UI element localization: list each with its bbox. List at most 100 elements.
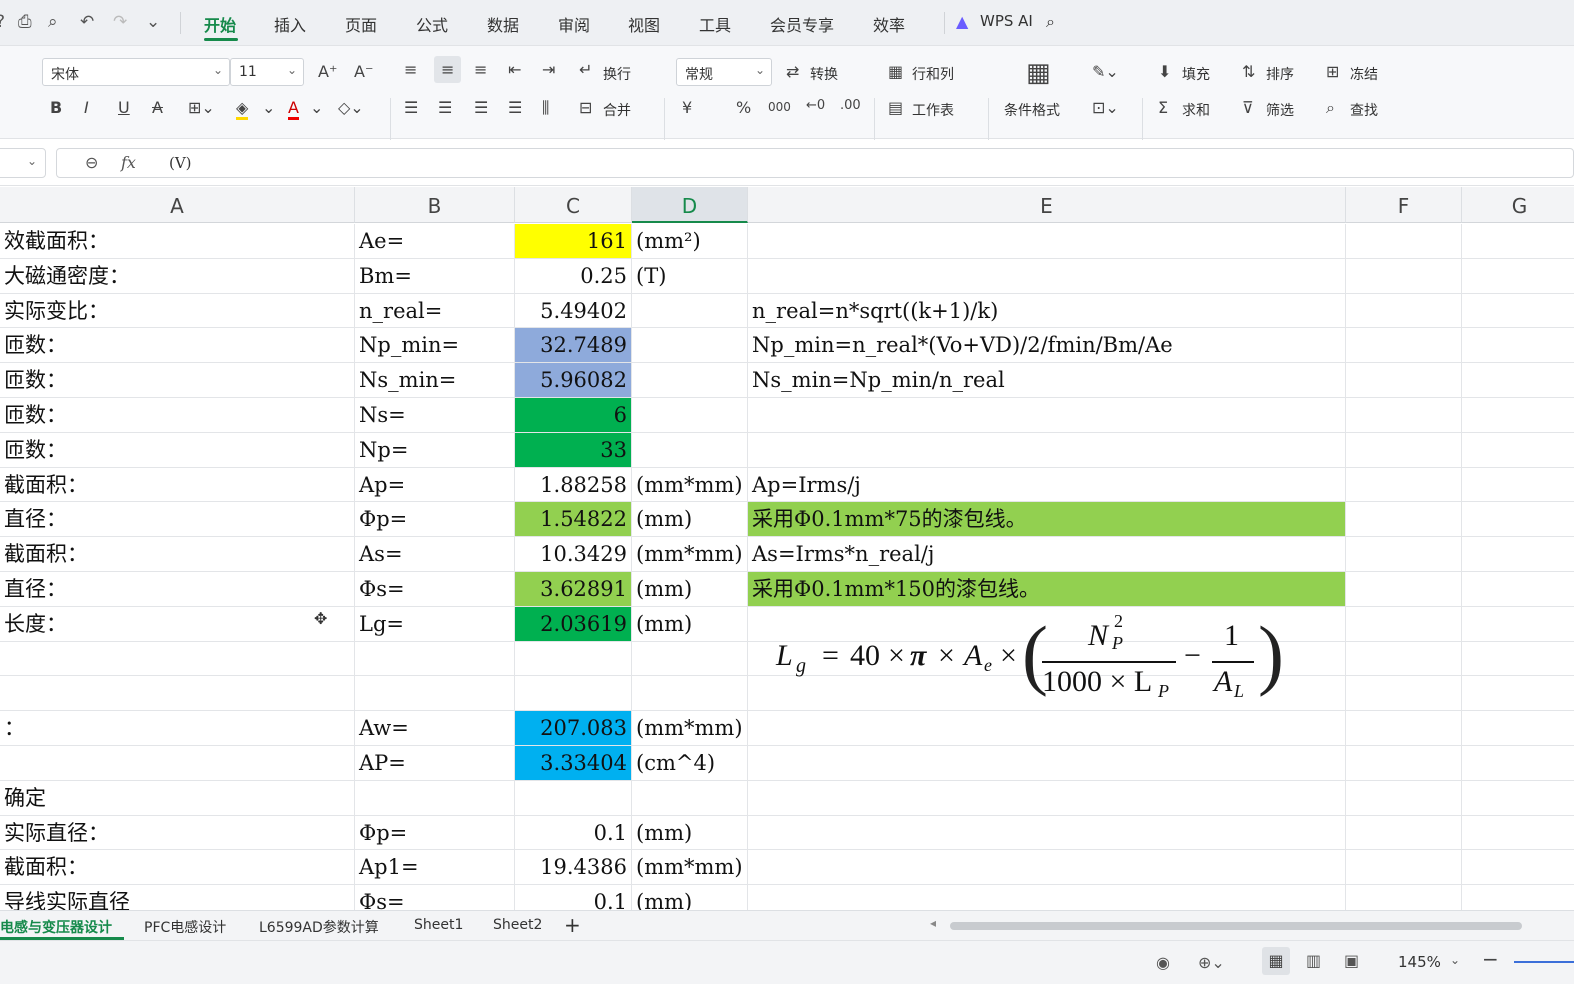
cell-a[interactable]: 直径：: [0, 502, 355, 538]
cell-a[interactable]: 确定: [0, 780, 355, 816]
cell-f[interactable]: [1346, 606, 1462, 642]
cell-d[interactable]: (mm²): [632, 224, 748, 259]
cell-b[interactable]: As=: [355, 537, 515, 572]
cell-d[interactable]: (mm*mm): [632, 467, 748, 503]
fill-color-icon[interactable]: ◈: [236, 98, 249, 120]
zoom-out-icon[interactable]: −: [1482, 947, 1499, 971]
cell-a[interactable]: 截面积：: [0, 537, 355, 572]
cell-e[interactable]: Np_min=n_real*(Vo+VD)/2/fmin/Bm/Ae: [748, 328, 1346, 364]
align-left-icon[interactable]: ☰: [404, 98, 418, 117]
cell-g[interactable]: [1462, 572, 1574, 607]
font-name-select[interactable]: 宋体 ⌄: [42, 58, 230, 86]
cell-a[interactable]: 匝数：: [0, 363, 355, 398]
cell-d[interactable]: (mm): [632, 572, 748, 607]
cell-a[interactable]: 匝数：: [0, 432, 355, 468]
cell-e[interactable]: 采用Φ0.1mm*75的漆包线。: [748, 502, 1346, 538]
outdent-icon[interactable]: ⇤: [508, 60, 521, 79]
bold-icon[interactable]: B: [50, 98, 62, 117]
cell-e[interactable]: [748, 746, 1346, 781]
cell-a[interactable]: 截面积：: [0, 850, 355, 886]
cell-f[interactable]: [1346, 641, 1462, 677]
cell-d[interactable]: [632, 780, 748, 816]
cell-b[interactable]: Φp=: [355, 815, 515, 851]
cell-g[interactable]: [1462, 642, 1574, 677]
lg-formula-image[interactable]: L g = 40 × π × A e × ( N 2 P 1000 × L P …: [776, 610, 1284, 707]
cell-g[interactable]: [1462, 294, 1574, 329]
currency-icon[interactable]: ¥: [682, 98, 692, 117]
cell-g[interactable]: [1462, 363, 1574, 398]
cell-c[interactable]: 2.03619: [515, 606, 632, 642]
font-grow-icon[interactable]: A⁺: [318, 62, 337, 81]
justify-icon[interactable]: ☰: [508, 98, 522, 117]
fill-button[interactable]: 填充: [1182, 64, 1210, 84]
cell-f[interactable]: [1346, 502, 1462, 538]
column-header-e[interactable]: E: [748, 187, 1346, 223]
cell-e[interactable]: [748, 780, 1346, 816]
cell-c[interactable]: 19.4386: [515, 850, 632, 886]
chevron-down-icon[interactable]: ⌄: [262, 98, 275, 117]
cell-f[interactable]: [1346, 676, 1462, 712]
wrap-icon[interactable]: ↵: [579, 60, 592, 79]
cell-f[interactable]: [1346, 815, 1462, 851]
cell-e[interactable]: [748, 815, 1346, 851]
cell-d[interactable]: (cm^4): [632, 746, 748, 781]
cell-a[interactable]: 匝数：: [0, 398, 355, 433]
cell-g[interactable]: [1462, 502, 1574, 538]
cell-d[interactable]: (mm): [632, 885, 748, 910]
strikethrough-icon[interactable]: A: [152, 98, 163, 117]
cell-c[interactable]: 32.7489: [515, 328, 632, 364]
worksheet-icon[interactable]: ▤: [888, 98, 903, 117]
cell-d[interactable]: (mm): [632, 606, 748, 642]
conditional-format-icon[interactable]: ▦: [1026, 58, 1051, 88]
cell-d[interactable]: [632, 293, 748, 329]
underline-icon[interactable]: U: [118, 98, 130, 117]
cell-d[interactable]: (T): [632, 258, 748, 294]
cell-g[interactable]: [1462, 711, 1574, 746]
tab-page[interactable]: 页面: [345, 12, 377, 36]
cell-c[interactable]: 1.54822: [515, 502, 632, 538]
cell-e[interactable]: n_real=n*sqrt((k+1)/k): [748, 293, 1346, 329]
cell-d[interactable]: (mm*mm): [632, 537, 748, 572]
cell-e[interactable]: [748, 885, 1346, 910]
cell-c[interactable]: 1.88258: [515, 467, 632, 503]
freeze-button[interactable]: 冻结: [1350, 64, 1378, 84]
cell-g[interactable]: [1462, 885, 1574, 910]
cell-c[interactable]: 3.33404: [515, 746, 632, 781]
sheet-tab[interactable]: Sheet1: [414, 917, 463, 933]
cell-a[interactable]: 实际直径：: [0, 815, 355, 851]
cell-c[interactable]: [515, 780, 632, 816]
cell-a[interactable]: [0, 676, 355, 712]
cell-a[interactable]: 效截面积：: [0, 224, 355, 259]
cell-f[interactable]: [1346, 467, 1462, 503]
cell-a[interactable]: 截面积：: [0, 467, 355, 503]
find-button[interactable]: 查找: [1350, 100, 1378, 120]
cell-a[interactable]: 长度：: [0, 606, 355, 642]
cell-b[interactable]: Ae=: [355, 224, 515, 259]
crosshair-icon[interactable]: ⊕⌄: [1198, 953, 1225, 972]
increase-decimal-icon[interactable]: .00: [840, 98, 861, 113]
page-layout-icon[interactable]: ▥: [1306, 951, 1321, 970]
cell-b[interactable]: Lg=: [355, 606, 515, 642]
cell-g[interactable]: [1462, 537, 1574, 572]
cell-b[interactable]: Ap1=: [355, 850, 515, 886]
cell-f[interactable]: [1346, 885, 1462, 910]
find-icon[interactable]: ⌕: [1326, 98, 1335, 118]
eye-icon[interactable]: ◉: [1156, 953, 1170, 972]
cell-b[interactable]: Np=: [355, 432, 515, 468]
align-top-icon[interactable]: ≡: [404, 60, 417, 79]
formula-input[interactable]: ⊖ fx (V): [56, 148, 1574, 178]
column-header-c[interactable]: C: [515, 187, 632, 223]
tab-home[interactable]: 开始: [204, 12, 236, 36]
cell-b[interactable]: [355, 676, 515, 712]
zoom-formula-icon[interactable]: ⊖: [85, 153, 98, 172]
cell-e[interactable]: Ns_min=Np_min/n_real: [748, 363, 1346, 398]
cell-g[interactable]: [1462, 781, 1574, 816]
freeze-icon[interactable]: ⊞: [1326, 62, 1339, 81]
cell-b[interactable]: AP=: [355, 746, 515, 781]
cell-f[interactable]: [1346, 537, 1462, 572]
sum-icon[interactable]: Σ: [1158, 98, 1168, 117]
conditional-format-button[interactable]: 条件格式: [1004, 100, 1060, 120]
cell-b[interactable]: [355, 780, 515, 816]
sheet-tab[interactable]: PFC电感设计: [144, 917, 226, 937]
cell-d[interactable]: [632, 432, 748, 468]
